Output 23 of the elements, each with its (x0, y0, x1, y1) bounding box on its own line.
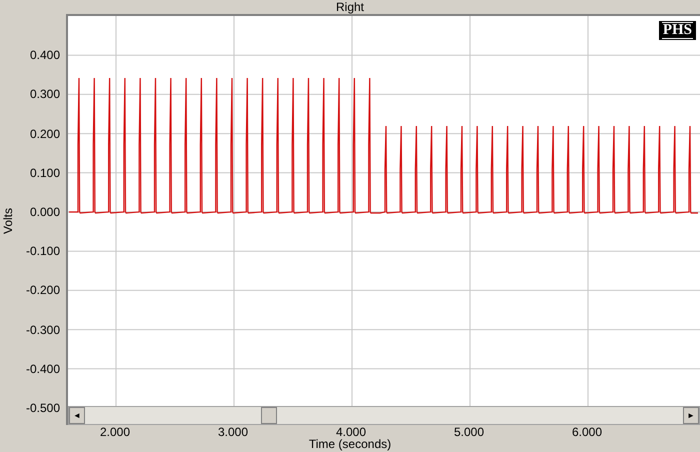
y-tick-label: 0.400 (30, 48, 60, 62)
x-tick-label: 2.000 (98, 425, 132, 439)
logo: PHS (658, 21, 696, 40)
y-tick-label: 0.100 (30, 166, 60, 180)
scroll-right-button[interactable]: ► (683, 407, 699, 424)
y-tick-label: 0.000 (30, 205, 60, 219)
y-tick-label: 0.300 (30, 87, 60, 102)
y-axis-label: Volts (0, 207, 16, 236)
scroll-thumb[interactable] (261, 407, 277, 424)
y-tick-label: -0.200 (26, 283, 60, 298)
x-tick-label: 3.000 (216, 425, 250, 439)
horizontal-scrollbar[interactable]: ◄ ► (68, 406, 700, 425)
y-tick-label: 0.200 (30, 126, 60, 141)
scroll-left-button[interactable]: ◄ (69, 407, 85, 424)
x-axis-label: Time (seconds) (308, 437, 392, 451)
y-tick-label: -0.500 (26, 401, 60, 415)
x-tick-label: 6.000 (570, 425, 604, 439)
y-tick-label: -0.400 (26, 362, 60, 376)
x-tick-label: 4.000 (334, 425, 368, 439)
y-tick-label: -0.100 (26, 244, 60, 258)
chart-title: Right (334, 0, 365, 14)
y-tick-label: -0.300 (26, 322, 60, 337)
x-tick-label: 5.000 (452, 425, 486, 439)
